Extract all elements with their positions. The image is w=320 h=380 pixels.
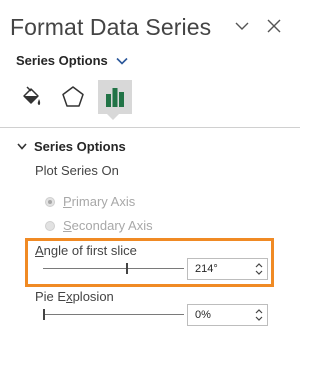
spin-down-icon[interactable] xyxy=(255,270,263,276)
pie-explosion-slider-thumb[interactable] xyxy=(43,309,45,320)
series-options-section-header[interactable]: Series Options xyxy=(17,139,126,154)
section-header-label: Series Options xyxy=(34,139,126,154)
plot-series-on-label: Plot Series On xyxy=(35,163,119,178)
chevron-down-icon xyxy=(17,143,27,150)
angle-slider-thumb[interactable] xyxy=(126,263,128,274)
bar-chart-icon xyxy=(106,88,124,107)
radio-button[interactable] xyxy=(45,196,55,207)
series-options-dropdown-label: Series Options xyxy=(16,53,108,68)
spin-up-icon[interactable] xyxy=(255,262,263,268)
close-pane-button[interactable] xyxy=(264,16,284,36)
angle-of-first-slice-label: Angle of first slice xyxy=(35,243,137,258)
pie-explosion-value: 0% xyxy=(195,309,211,321)
chevron-down-icon xyxy=(116,57,128,65)
format-data-series-pane: Format Data Series Series Options Series… xyxy=(0,0,300,380)
chevron-down-icon xyxy=(235,22,249,30)
collapse-pane-button[interactable] xyxy=(232,16,252,36)
primary-axis-radio[interactable]: Primary Axis xyxy=(45,194,135,209)
spinner-arrows[interactable] xyxy=(254,307,264,323)
selected-tab-indicator xyxy=(107,114,119,120)
series-options-dropdown[interactable]: Series Options xyxy=(16,53,128,68)
angle-spinner[interactable]: 214° xyxy=(187,258,268,280)
spin-down-icon[interactable] xyxy=(255,316,263,322)
pie-explosion-slider[interactable] xyxy=(43,314,184,315)
paint-bucket-icon xyxy=(23,86,41,105)
radio-button[interactable] xyxy=(45,220,55,231)
pie-explosion-label: Pie Explosion xyxy=(35,289,114,304)
secondary-axis-radio[interactable]: Secondary Axis xyxy=(45,218,153,233)
angle-value: 214° xyxy=(195,263,218,275)
primary-axis-label: Primary Axis xyxy=(63,194,136,209)
close-icon xyxy=(267,19,281,33)
tab-effects[interactable] xyxy=(56,80,90,114)
tab-series-options[interactable] xyxy=(98,80,132,114)
secondary-axis-label: Secondary Axis xyxy=(63,218,153,233)
angle-slider[interactable] xyxy=(43,268,184,269)
pane-title: Format Data Series xyxy=(10,14,212,40)
pie-explosion-spinner[interactable]: 0% xyxy=(187,304,268,326)
spinner-arrows[interactable] xyxy=(254,261,264,277)
tab-fill-and-line[interactable] xyxy=(14,80,48,114)
pentagon-icon xyxy=(62,86,84,107)
divider xyxy=(0,127,300,128)
spin-up-icon[interactable] xyxy=(255,308,263,314)
